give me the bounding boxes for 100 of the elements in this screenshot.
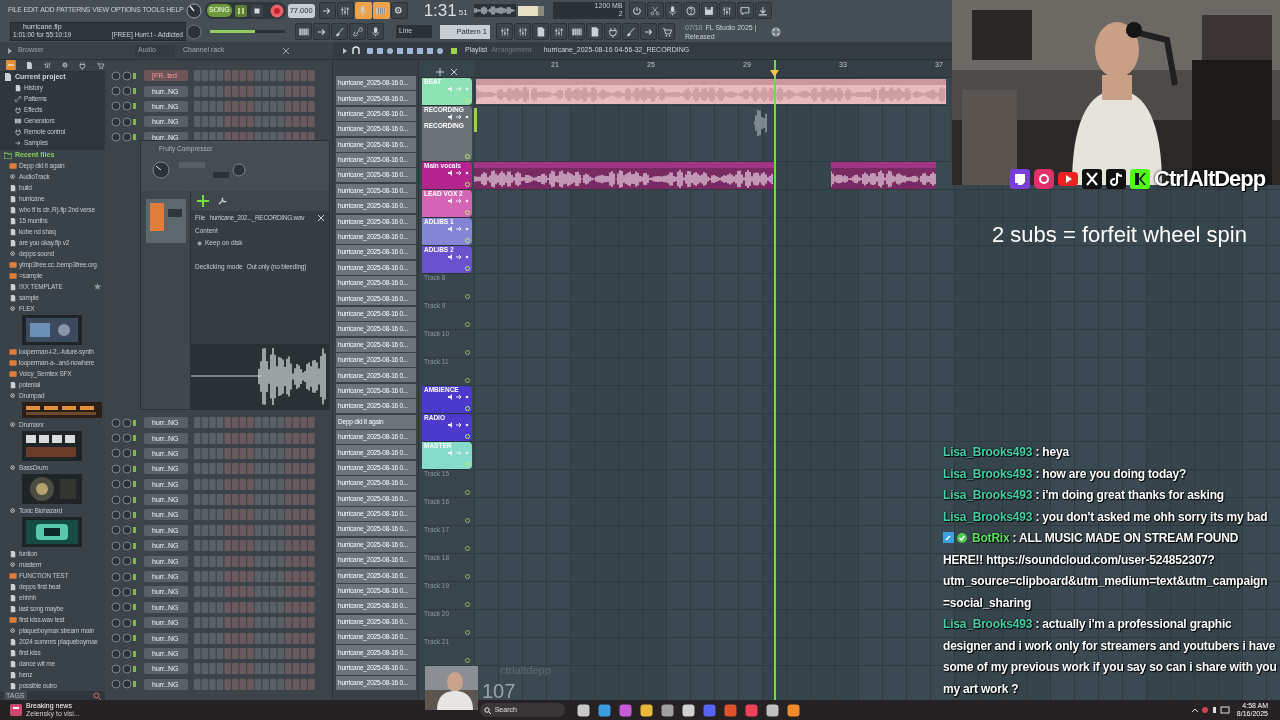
ring-icon[interactable]	[465, 378, 470, 383]
username[interactable]: BotRix	[972, 531, 1010, 545]
news-icon[interactable]	[10, 704, 22, 716]
ring-icon[interactable]	[465, 294, 470, 299]
tray-icons[interactable]	[1190, 706, 1231, 714]
knob-icon[interactable]	[186, 2, 202, 19]
username[interactable]: Lisa_Brooks493	[943, 617, 1033, 631]
channel-knobs-icon[interactable]	[111, 417, 137, 428]
ring-icon[interactable]	[465, 574, 470, 579]
track-controls-icon[interactable]	[448, 198, 470, 204]
chat-message: Lisa_Brooks493 : heya	[943, 444, 1071, 461]
ring-icon[interactable]	[465, 546, 470, 551]
channel-knobs-icon[interactable]	[111, 132, 137, 143]
pause-icon[interactable]	[233, 3, 248, 18]
channel-knobs-icon[interactable]	[111, 494, 137, 505]
piano-icon	[14, 117, 22, 125]
channel-knobs-icon[interactable]	[111, 617, 137, 628]
record-icon[interactable]	[269, 3, 284, 18]
gear-icon	[9, 172, 17, 181]
channel-knobs-icon[interactable]	[111, 633, 137, 644]
channel-knobs-icon[interactable]	[111, 648, 137, 659]
square-icon[interactable]	[1130, 168, 1150, 189]
ring-icon[interactable]	[465, 602, 470, 607]
channel-knobs-icon[interactable]	[111, 540, 137, 551]
add-icon[interactable]	[435, 68, 444, 76]
gear-icon[interactable]	[60, 60, 70, 70]
ring-icon[interactable]	[465, 350, 470, 355]
cross-icon[interactable]	[1082, 168, 1102, 189]
channel-knobs-icon[interactable]	[111, 433, 137, 444]
waveform-clip[interactable]	[754, 108, 768, 138]
track-controls-icon[interactable]	[448, 170, 470, 176]
browser-tab-icon[interactable]	[6, 60, 16, 71]
track-controls-icon[interactable]	[448, 86, 470, 92]
globe-icon[interactable]	[770, 26, 781, 37]
audio-clip[interactable]	[831, 162, 936, 189]
wrench-icon[interactable]	[217, 196, 227, 206]
gear-icon	[9, 304, 17, 313]
channel-knobs-icon[interactable]	[111, 479, 137, 490]
cart-icon[interactable]	[96, 60, 105, 70]
username[interactable]: Lisa_Brooks493	[943, 509, 1033, 524]
channel-knobs-icon[interactable]	[111, 70, 137, 81]
channel-knobs-icon[interactable]	[111, 510, 137, 520]
track-controls-icon[interactable]	[448, 422, 470, 428]
channel-knobs-icon[interactable]	[111, 571, 137, 582]
username[interactable]: Lisa_Brooks493	[943, 466, 1033, 481]
track-controls-icon[interactable]	[448, 254, 470, 260]
channel-knobs-icon[interactable]	[111, 448, 137, 459]
username[interactable]: Lisa_Brooks493	[943, 445, 1033, 459]
song-time-centiseconds: 51	[458, 7, 468, 19]
chat-message: BotRix : ALL MUSIC MADE ON STREAM FOUND HERE!! https://soundcloud.com/user-524852307? utm_source=clipboard&utm_medium=text&utm_campaign =social_sharing	[943, 530, 1269, 612]
radio-icon[interactable]	[197, 240, 202, 246]
viewer-count: 107	[482, 680, 516, 702]
channel-knobs-icon[interactable]	[111, 663, 137, 674]
chat-message: Lisa_Brooks493 : actually i'm a professional graphic designer and i work only for streamers and youtubers i have some of my previous work if you say so can i share with you my art work ?	[943, 616, 1278, 698]
channel-knobs-icon[interactable]	[111, 116, 137, 127]
track-controls-icon[interactable]	[448, 226, 470, 232]
username[interactable]: Lisa_Brooks493	[943, 488, 1033, 502]
chat-message: Lisa_Brooks493 : how are you doing today?	[943, 465, 1188, 483]
channel-knobs-icon[interactable]	[111, 101, 137, 112]
ring-icon[interactable]	[465, 490, 470, 495]
ring-icon[interactable]	[465, 322, 470, 327]
gear-icon	[9, 249, 17, 258]
search-icon[interactable]	[93, 691, 101, 700]
plug-icon[interactable]	[78, 60, 88, 70]
stop-icon[interactable]	[249, 3, 264, 18]
star-icon[interactable]	[94, 283, 101, 290]
ring-icon[interactable]	[465, 630, 470, 635]
ring-icon[interactable]	[465, 182, 470, 187]
slider-fill[interactable]	[210, 30, 255, 33]
ring-icon[interactable]	[465, 406, 470, 411]
channel-knobs-icon[interactable]	[111, 463, 137, 474]
ring-icon[interactable]	[465, 518, 470, 523]
channel-knobs-icon[interactable]	[111, 525, 137, 536]
close-icon[interactable]	[449, 68, 458, 76]
plug-icon	[14, 128, 22, 136]
ring-icon[interactable]	[465, 154, 470, 159]
close-icon[interactable]	[282, 46, 291, 55]
chat-message: Lisa_Brooks493 : you don't asked me ohh sorry its my bad	[943, 508, 1269, 526]
channel-knobs-icon[interactable]	[111, 86, 137, 97]
song-time: 1:31	[423, 2, 457, 19]
close-icon[interactable]	[317, 215, 325, 221]
channel-knobs-icon[interactable]	[111, 556, 137, 567]
arrow-icon[interactable]	[6, 46, 14, 55]
chat-bubble-icon[interactable]	[1010, 168, 1030, 189]
channel-knobs-icon[interactable]	[111, 586, 137, 597]
channel-knobs-icon[interactable]	[111, 602, 137, 613]
ring-icon[interactable]	[465, 266, 470, 271]
audio-file-icon	[9, 571, 17, 580]
track-controls-icon[interactable]	[448, 450, 470, 456]
audio-clip[interactable]	[474, 162, 774, 189]
chat-message: Lisa_Brooks493 : i'm doing great thanks for asking	[943, 487, 1225, 504]
ring-icon[interactable]	[465, 434, 470, 439]
track-controls-icon[interactable]	[448, 394, 470, 400]
channel-knobs-icon[interactable]	[111, 679, 137, 690]
oscilloscope-drawing	[473, 4, 516, 17]
plus-icon[interactable]	[197, 195, 209, 207]
ring-icon[interactable]	[465, 658, 470, 663]
level-meter-icon	[517, 5, 544, 16]
track-controls-icon[interactable]	[448, 114, 470, 120]
file-icon[interactable]	[4, 73, 12, 81]
